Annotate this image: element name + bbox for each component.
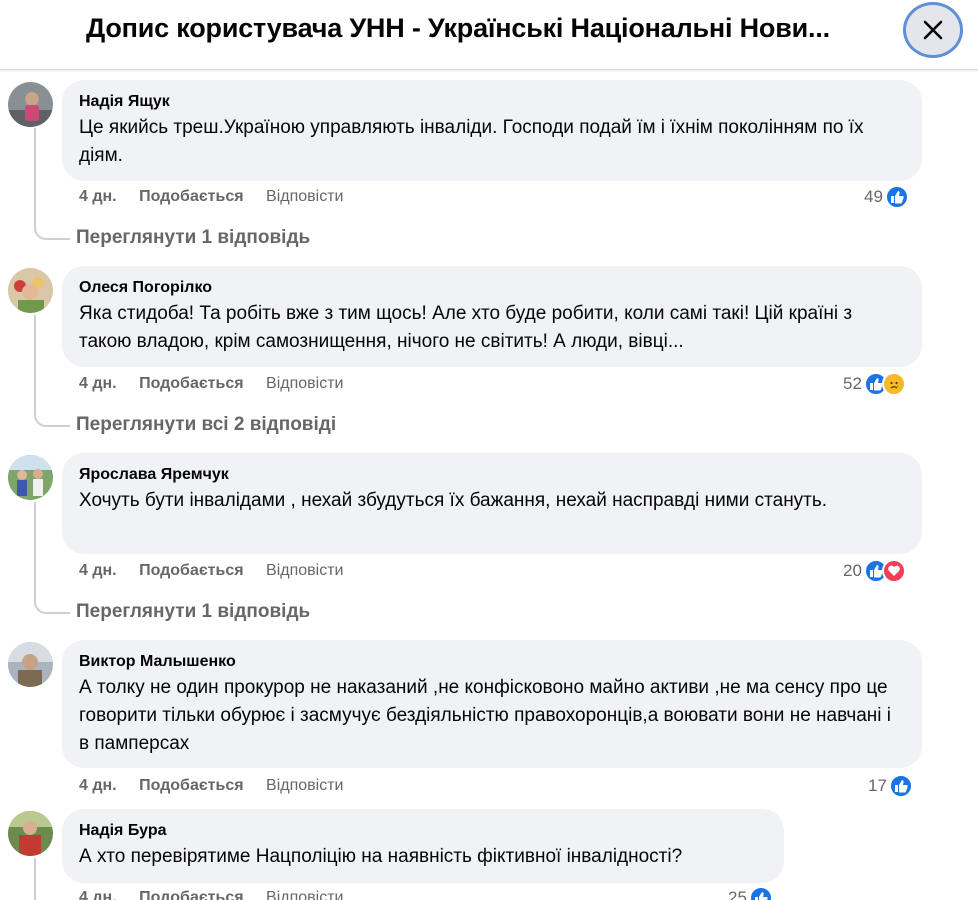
reply-button[interactable]: Відповісти: [266, 375, 343, 392]
comment-author[interactable]: Олеся Погорілко: [79, 278, 905, 298]
reaction-count: 20: [843, 561, 862, 580]
comment-bubble: Ярослава Яремчук Хочуть бути інвалідами …: [62, 453, 922, 554]
comment-text: А хто перевірятиме Нацполіцію на наявніс…: [79, 846, 683, 867]
comment-actions: 4 дн. Подобається Відповісти: [79, 562, 361, 580]
avatar[interactable]: [8, 268, 53, 313]
reaction-count: 52: [843, 374, 862, 393]
reaction-summary[interactable]: 25: [728, 886, 773, 900]
reply-button[interactable]: Відповісти: [266, 889, 343, 900]
comment-bubble: Олеся Погорілко Яка стидоба! Та робіть в…: [62, 266, 922, 367]
reaction-summary[interactable]: 49: [864, 185, 909, 209]
comment-text: Хочуть бути інвалідами , нехай збудуться…: [79, 490, 828, 511]
reaction-count: 49: [864, 187, 883, 206]
comment-text: Це якийсь треш.Україною управляють інвал…: [79, 117, 864, 166]
reaction-summary[interactable]: 20: [843, 559, 906, 583]
like-button[interactable]: Подобається: [139, 562, 244, 579]
view-replies-link[interactable]: Переглянути 1 відповідь: [76, 601, 310, 623]
like-button[interactable]: Подобається: [139, 777, 244, 794]
reaction-count: 17: [868, 776, 887, 795]
reaction-summary[interactable]: 17: [868, 774, 913, 798]
comment-actions: 4 дн. Подобається Відповісти: [79, 889, 361, 900]
like-icon: [888, 774, 913, 798]
comment-time[interactable]: 4 дн.: [79, 375, 117, 392]
thread-connector: [34, 224, 70, 240]
comment-bubble: Надія Ящук Це якийсь треш.Україною управ…: [62, 80, 922, 181]
love-icon: [881, 559, 906, 583]
comment-actions: 4 дн. Подобається Відповісти: [79, 188, 361, 206]
thread-line: [34, 858, 36, 900]
reaction-count: 25: [728, 888, 747, 900]
comment-actions: 4 дн. Подобається Відповісти: [79, 375, 361, 393]
reply-button[interactable]: Відповісти: [266, 777, 343, 794]
thread-line: [34, 502, 36, 602]
like-button[interactable]: Подобається: [139, 375, 244, 392]
comment-author[interactable]: Виктор Малышенко: [79, 652, 905, 672]
avatar[interactable]: [8, 82, 53, 127]
comment-time[interactable]: 4 дн.: [79, 889, 117, 900]
view-replies-link[interactable]: Переглянути 1 відповідь: [76, 227, 310, 249]
dialog-header: Допис користувача УНН - Українські Націо…: [0, 0, 978, 70]
avatar[interactable]: [8, 455, 53, 500]
comment-bubble: Надія Бура А хто перевірятиме Нацполіцію…: [62, 809, 784, 883]
thread-line: [34, 315, 36, 415]
comment-bubble: Виктор Малышенко А толку не один прокуро…: [62, 640, 922, 768]
comment-author[interactable]: Надія Бура: [79, 821, 767, 841]
reply-button[interactable]: Відповісти: [266, 188, 343, 205]
comment-actions: 4 дн. Подобається Відповісти: [79, 777, 361, 795]
dialog-title: Допис користувача УНН - Українські Націо…: [86, 13, 830, 43]
reaction-summary[interactable]: 52: [843, 372, 906, 396]
comment-time[interactable]: 4 дн.: [79, 562, 117, 579]
reply-button[interactable]: Відповісти: [266, 562, 343, 579]
like-icon: [748, 886, 773, 900]
avatar[interactable]: [8, 811, 53, 856]
like-button[interactable]: Подобається: [139, 889, 244, 900]
close-icon: [923, 20, 943, 40]
like-icon: [884, 185, 909, 209]
comment-time[interactable]: 4 дн.: [79, 188, 117, 205]
comment-author[interactable]: Надія Ящук: [79, 92, 905, 112]
thread-line: [34, 128, 36, 228]
thread-connector: [34, 411, 70, 427]
close-button[interactable]: [903, 2, 963, 58]
avatar[interactable]: [8, 642, 53, 687]
view-replies-link[interactable]: Переглянути всі 2 відповіді: [76, 414, 336, 436]
sad-icon: [881, 372, 906, 396]
comment-text: Яка стидоба! Та робіть вже з тим щось! А…: [79, 303, 853, 352]
comment-time[interactable]: 4 дн.: [79, 777, 117, 794]
like-button[interactable]: Подобається: [139, 188, 244, 205]
thread-connector: [34, 598, 70, 614]
comment-author[interactable]: Ярослава Яремчук: [79, 465, 905, 485]
comment-text: А толку не один прокурор не наказаний ,н…: [79, 677, 892, 754]
